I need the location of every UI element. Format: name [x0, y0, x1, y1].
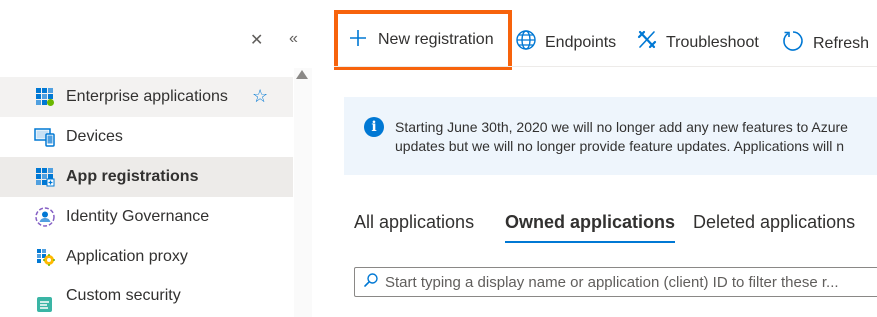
- sidebar-nav: Enterprise applications ☆ Devices App re…: [0, 77, 293, 317]
- tab-deleted-applications[interactable]: Deleted applications: [693, 212, 855, 244]
- tab-owned-applications[interactable]: Owned applications: [505, 212, 676, 244]
- application-proxy-icon: [34, 246, 56, 268]
- tab-all-applications[interactable]: All applications: [354, 212, 474, 244]
- app-registrations-icon: [34, 166, 56, 188]
- troubleshoot-button[interactable]: Troubleshoot: [636, 29, 759, 56]
- sidebar-scrollbar[interactable]: [294, 68, 312, 317]
- plus-icon: [348, 28, 368, 53]
- devices-icon: [34, 126, 56, 148]
- new-registration-label: New registration: [378, 31, 494, 48]
- banner-text-line-2: updates but we will no longer provide fe…: [395, 138, 845, 154]
- refresh-label: Refresh: [813, 34, 870, 52]
- endpoints-label: Endpoints: [545, 33, 617, 51]
- sidebar-item-app-registrations[interactable]: App registrations: [0, 157, 293, 197]
- troubleshoot-label: Troubleshoot: [666, 33, 759, 51]
- refresh-icon: [781, 29, 805, 58]
- star-icon[interactable]: ☆: [252, 86, 268, 107]
- sidebar-item-label: Identity Governance: [66, 208, 210, 225]
- info-banner: i Starting June 30th, 2020 we will no lo…: [344, 97, 877, 175]
- search-icon: [363, 272, 379, 293]
- sidebar-item-label: Application proxy: [66, 248, 188, 265]
- sidebar-item-enterprise-applications[interactable]: Enterprise applications ☆: [0, 77, 293, 117]
- banner-text-line-1: Starting June 30th, 2020 we will no long…: [395, 119, 848, 135]
- sidebar-item-identity-governance[interactable]: Identity Governance: [0, 197, 293, 237]
- filter-search-box: [354, 267, 877, 297]
- double-chevron-left-icon[interactable]: «: [289, 30, 298, 48]
- wrench-icon: [636, 29, 658, 56]
- custom-security-icon: [34, 293, 56, 315]
- new-registration-button[interactable]: New registration: [334, 10, 512, 70]
- refresh-button[interactable]: Refresh: [781, 29, 869, 58]
- sidebar-item-label: Custom security: [66, 287, 181, 304]
- sidebar-item-label: Devices: [66, 128, 123, 145]
- scroll-up-arrow-icon[interactable]: [296, 70, 308, 79]
- sidebar-item-label: App registrations: [66, 168, 199, 185]
- sidebar-item-devices[interactable]: Devices: [0, 117, 293, 157]
- toolbar-divider: [334, 66, 877, 67]
- globe-icon: [515, 29, 537, 56]
- sidebar-item-application-proxy[interactable]: Application proxy: [0, 237, 293, 277]
- sidebar: ✕ « Enterprise applications ☆ Devices Ap…: [0, 0, 312, 317]
- endpoints-button[interactable]: Endpoints: [515, 29, 616, 56]
- enterprise-apps-icon: [34, 86, 56, 108]
- identity-governance-icon: [34, 206, 56, 228]
- search-input[interactable]: [385, 273, 877, 291]
- info-icon: i: [364, 117, 384, 137]
- sidebar-item-custom-security[interactable]: Custom security: [0, 277, 293, 317]
- close-icon[interactable]: ✕: [250, 30, 263, 50]
- sidebar-item-label: Enterprise applications: [66, 88, 228, 105]
